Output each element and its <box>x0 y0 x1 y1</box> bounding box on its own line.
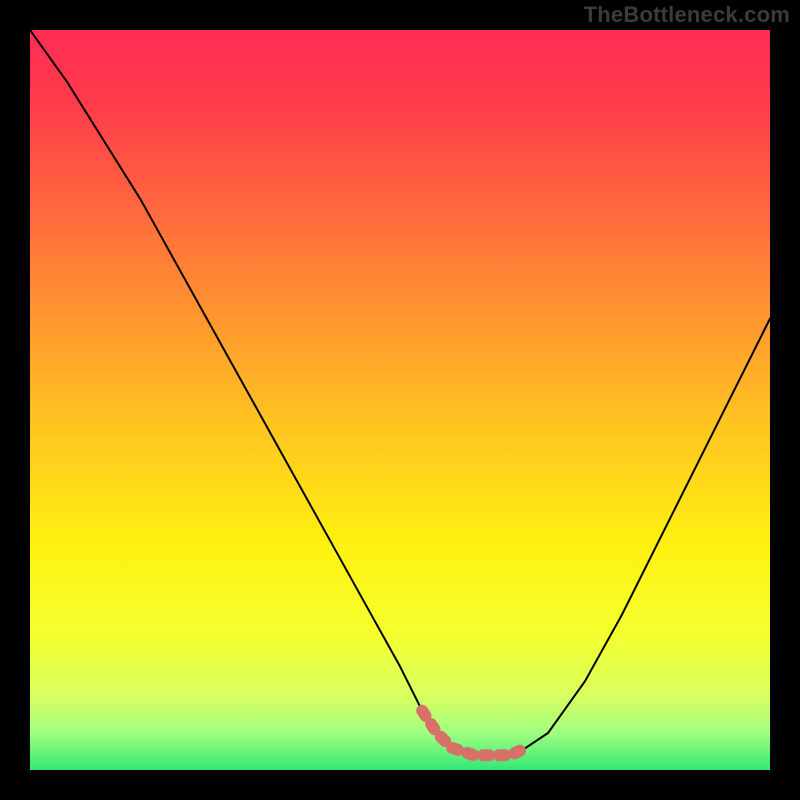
chart-frame: TheBottleneck.com <box>0 0 800 800</box>
gradient-background <box>30 30 770 770</box>
plot-area <box>30 30 770 770</box>
plot-svg <box>30 30 770 770</box>
watermark-label: TheBottleneck.com <box>584 2 790 28</box>
